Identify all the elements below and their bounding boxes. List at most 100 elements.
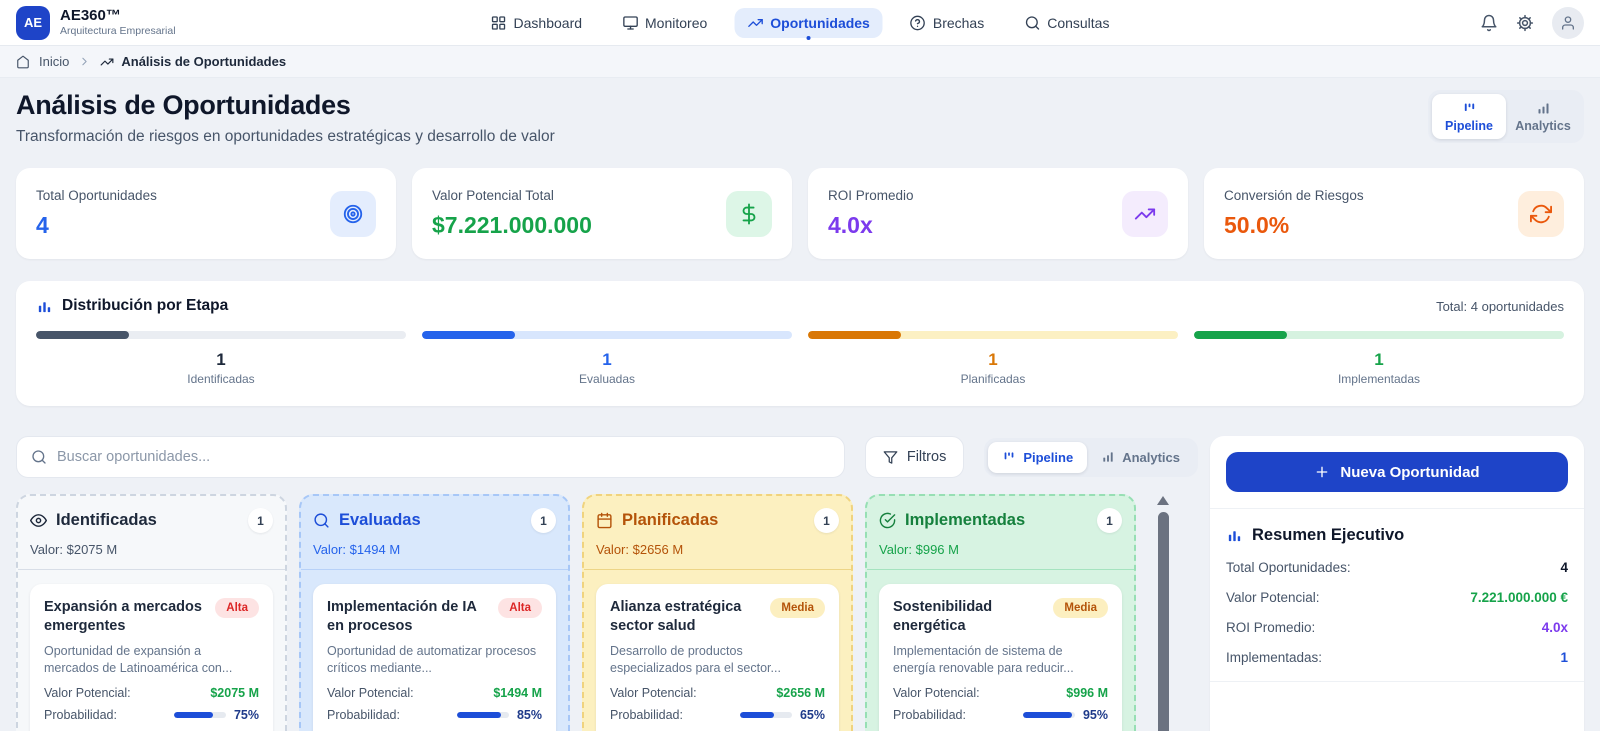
distribution-section: Distribución por Etapa Total: 4 oportuni… — [16, 281, 1584, 406]
priority-badge: Alta — [498, 598, 542, 618]
nav-consultas[interactable]: Consultas — [1011, 8, 1122, 38]
home-icon — [16, 55, 30, 69]
stat-value: 50.0% — [1224, 212, 1364, 239]
filter-icon — [883, 450, 898, 465]
check-circle-icon — [879, 512, 896, 529]
stage-planificadas: 1 Planificadas — [808, 331, 1178, 386]
page-subtitle: Transformación de riesgos en oportunidad… — [16, 128, 555, 146]
stage-progress-fill — [1194, 331, 1287, 339]
nav-dashboard[interactable]: Dashboard — [478, 8, 596, 38]
column-value-summary: Valor: $1494 M — [313, 542, 556, 557]
probability-bar — [174, 712, 226, 718]
stage-count: 1 — [1194, 350, 1564, 370]
right-panel: Nueva Oportunidad Resumen Ejecutivo Tota… — [1210, 436, 1584, 731]
kanban-column-planificadas: Planificadas 1 Valor: $2656 M Alianza es… — [582, 494, 853, 731]
card-title: Implementación de IA en procesos — [327, 598, 498, 636]
opportunity-card[interactable]: Expansión a mercados emergentes Alta Opo… — [30, 584, 273, 731]
stage-implementadas: 1 Implementadas — [1194, 331, 1564, 386]
kanban-column-evaluadas: Evaluadas 1 Valor: $1494 M Implementació… — [299, 494, 570, 731]
dollar-icon — [726, 191, 772, 237]
stat-card-valor-potencial: Valor Potencial Total $7.221.000.000 — [412, 168, 792, 259]
kanban-column-identificadas: Identificadas 1 Valor: $2075 M Expansión… — [16, 494, 287, 731]
column-count-badge: 1 — [531, 508, 556, 533]
column-count-badge: 1 — [1097, 508, 1122, 533]
opportunity-card[interactable]: Sostenibilidad energética Media Implemen… — [879, 584, 1122, 731]
stage-progress-track — [422, 331, 792, 339]
breadcrumb-home[interactable]: Inicio — [39, 54, 69, 69]
bar-chart-icon — [1101, 450, 1115, 464]
column-divider — [301, 569, 568, 570]
stage-progress-fill — [808, 331, 901, 339]
new-opportunity-button[interactable]: Nueva Oportunidad — [1226, 452, 1568, 492]
gear-icon[interactable] — [1516, 14, 1534, 32]
trending-up-icon — [100, 55, 114, 69]
column-value-summary: Valor: $2075 M — [30, 542, 273, 557]
stage-count: 1 — [422, 350, 792, 370]
stat-value: $7.221.000.000 — [432, 212, 592, 239]
probability-fill — [740, 712, 774, 718]
active-nav-dot — [807, 36, 811, 40]
card-title: Alianza estratégica sector salud — [610, 598, 770, 636]
card-field-row: Valor Potencial: $996 M — [893, 686, 1108, 700]
scrollbar-thumb[interactable] — [1158, 512, 1169, 731]
toggle-label: Analytics — [1515, 119, 1571, 133]
breadcrumb: Inicio Análisis de Oportunidades — [0, 46, 1600, 78]
section-title: Resumen Ejecutivo — [1252, 526, 1404, 545]
distribution-title: Distribución por Etapa — [36, 297, 228, 315]
stage-label: Planificadas — [808, 372, 1178, 386]
user-avatar[interactable] — [1552, 7, 1584, 39]
breadcrumb-current: Análisis de Oportunidades — [100, 54, 286, 69]
filters-button[interactable]: Filtros — [865, 436, 964, 478]
app-brand[interactable]: AE AE360™ Arquitectura Empresarial — [16, 6, 176, 40]
scrollbar-up-arrow[interactable] — [1157, 496, 1169, 505]
column-count-badge: 1 — [814, 508, 839, 533]
stage-progress-track — [1194, 331, 1564, 339]
column-divider — [18, 569, 285, 570]
stats-row: Total Oportunidades 4 Valor Potencial To… — [16, 168, 1584, 259]
card-field-row: Probabilidad: 95% — [893, 708, 1108, 722]
app-logo: AE — [16, 6, 50, 40]
stat-label: Total Oportunidades — [36, 188, 157, 203]
stage-label: Implementadas — [1194, 372, 1564, 386]
opportunity-card[interactable]: Alianza estratégica sector salud Media D… — [596, 584, 839, 731]
main-nav: Dashboard Monitoreo Oportunidades Brecha… — [478, 0, 1123, 45]
chevron-right-icon — [78, 55, 91, 68]
stage-identificadas: 1 Identificadas — [36, 331, 406, 386]
nav-label: Monitoreo — [645, 15, 707, 31]
stage-count: 1 — [36, 350, 406, 370]
kanban-icon — [1462, 101, 1477, 116]
section-title: Distribución por Etapa — [62, 297, 228, 315]
stat-value: 4 — [36, 212, 157, 239]
stage-progress-fill — [422, 331, 515, 339]
column-value-summary: Valor: $996 M — [879, 542, 1122, 557]
nav-brechas[interactable]: Brechas — [897, 8, 997, 38]
view-toggle-analytics[interactable]: Analytics — [1506, 94, 1580, 139]
stat-label: Valor Potencial Total — [432, 188, 592, 203]
toolbar-toggle-analytics[interactable]: Analytics — [1087, 442, 1194, 473]
plus-icon — [1314, 464, 1330, 480]
stat-label: Conversión de Riesgos — [1224, 188, 1364, 203]
view-toggle-pipeline[interactable]: Pipeline — [1432, 94, 1506, 139]
button-label: Nueva Oportunidad — [1340, 464, 1479, 481]
toggle-label: Analytics — [1122, 450, 1180, 465]
search-input[interactable] — [57, 449, 830, 465]
page-title: Análisis de Oportunidades — [16, 90, 555, 121]
column-value-summary: Valor: $2656 M — [596, 542, 839, 557]
priority-badge: Media — [1053, 598, 1108, 618]
bar-chart-icon — [1226, 527, 1243, 544]
opportunity-card[interactable]: Implementación de IA en procesos Alta Op… — [313, 584, 556, 731]
kanban-board: Identificadas 1 Valor: $2075 M Expansión… — [16, 494, 1198, 731]
nav-monitoreo[interactable]: Monitoreo — [609, 8, 720, 38]
nav-oportunidades[interactable]: Oportunidades — [734, 8, 883, 38]
summary-row: Total Oportunidades: 4 — [1226, 560, 1568, 575]
bar-chart-icon — [36, 298, 53, 315]
executive-summary-title: Resumen Ejecutivo — [1226, 526, 1568, 545]
card-field-row: Valor Potencial: $1494 M — [327, 686, 542, 700]
search-box — [16, 436, 845, 478]
top-navigation-bar: AE AE360™ Arquitectura Empresarial Dashb… — [0, 0, 1600, 46]
panel-divider — [1210, 508, 1584, 509]
toolbar-toggle-pipeline[interactable]: Pipeline — [988, 442, 1087, 473]
bell-icon[interactable] — [1480, 14, 1498, 32]
breadcrumb-current-label: Análisis de Oportunidades — [121, 54, 286, 69]
view-toggle: Pipeline Analytics — [1428, 90, 1584, 143]
